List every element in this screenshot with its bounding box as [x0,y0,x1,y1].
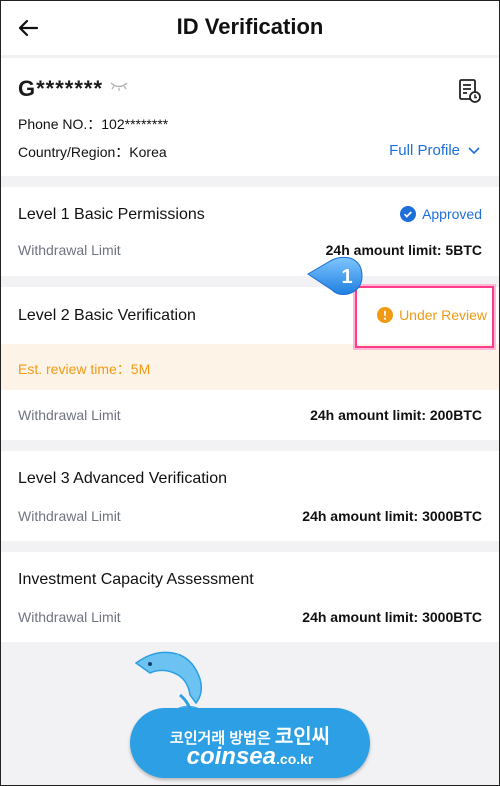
full-profile-label: Full Profile [389,142,460,159]
watermark-site-tld: .co.kr [276,751,314,767]
withdrawal-limit-value: 24h amount limit: 3000BTC [302,508,482,524]
review-time-banner: Est. review time：5M [0,344,500,390]
phone-row: Phone NO.：102******** [18,114,168,134]
top-bar: ID Verification [0,0,500,55]
approved-label: Approved [422,206,482,222]
callout-number: 1 [341,266,352,288]
phone-label: Phone NO.： [18,116,102,132]
check-circle-icon [400,206,417,222]
level-1-title: Level 1 Basic Permissions [18,206,205,223]
hidden-eye-icon[interactable] [110,80,128,92]
country-row: Country/Region：Korea [18,142,167,162]
phone-value: 102******** [101,116,169,132]
watermark-site-name: coinsea [186,743,277,770]
document-history-icon[interactable] [458,78,482,104]
level-1-card[interactable]: Level 1 Basic Permissions Approved Withd… [0,187,500,276]
username: G******* [18,76,104,101]
investment-assessment-title: Investment Capacity Assessment [18,571,254,588]
page-title: ID Verification [176,14,324,39]
profile-card: G******* Phone NO.：102******** Country/R… [0,58,500,176]
withdrawal-limit-label: Withdrawal Limit [18,407,121,423]
status-highlight-box [355,286,494,348]
withdrawal-limit-value: 24h amount limit: 200BTC [310,407,482,423]
level-3-title: Level 3 Advanced Verification [18,470,228,487]
full-profile-link[interactable]: Full Profile [389,142,480,159]
country-value: Korea [129,144,167,160]
chevron-down-icon [468,146,480,154]
investment-assessment-card[interactable]: Investment Capacity Assessment Withdrawa… [0,552,500,642]
withdrawal-limit-value: 24h amount limit: 3000BTC [302,609,482,625]
level-3-card[interactable]: Level 3 Advanced Verification Withdrawal… [0,451,500,541]
level-2-title: Level 2 Basic Verification [18,307,196,324]
watermark-site: coinsea.co.kr [150,743,350,771]
callout-marker: 1 [307,256,363,295]
withdrawal-limit-label: Withdrawal Limit [18,508,121,524]
withdrawal-limit-label: Withdrawal Limit [18,242,121,258]
country-label: Country/Region： [18,144,130,160]
approved-status: Approved [400,206,482,222]
review-time-text: Est. review time：5M [18,361,151,377]
withdrawal-limit-label: Withdrawal Limit [18,609,121,625]
